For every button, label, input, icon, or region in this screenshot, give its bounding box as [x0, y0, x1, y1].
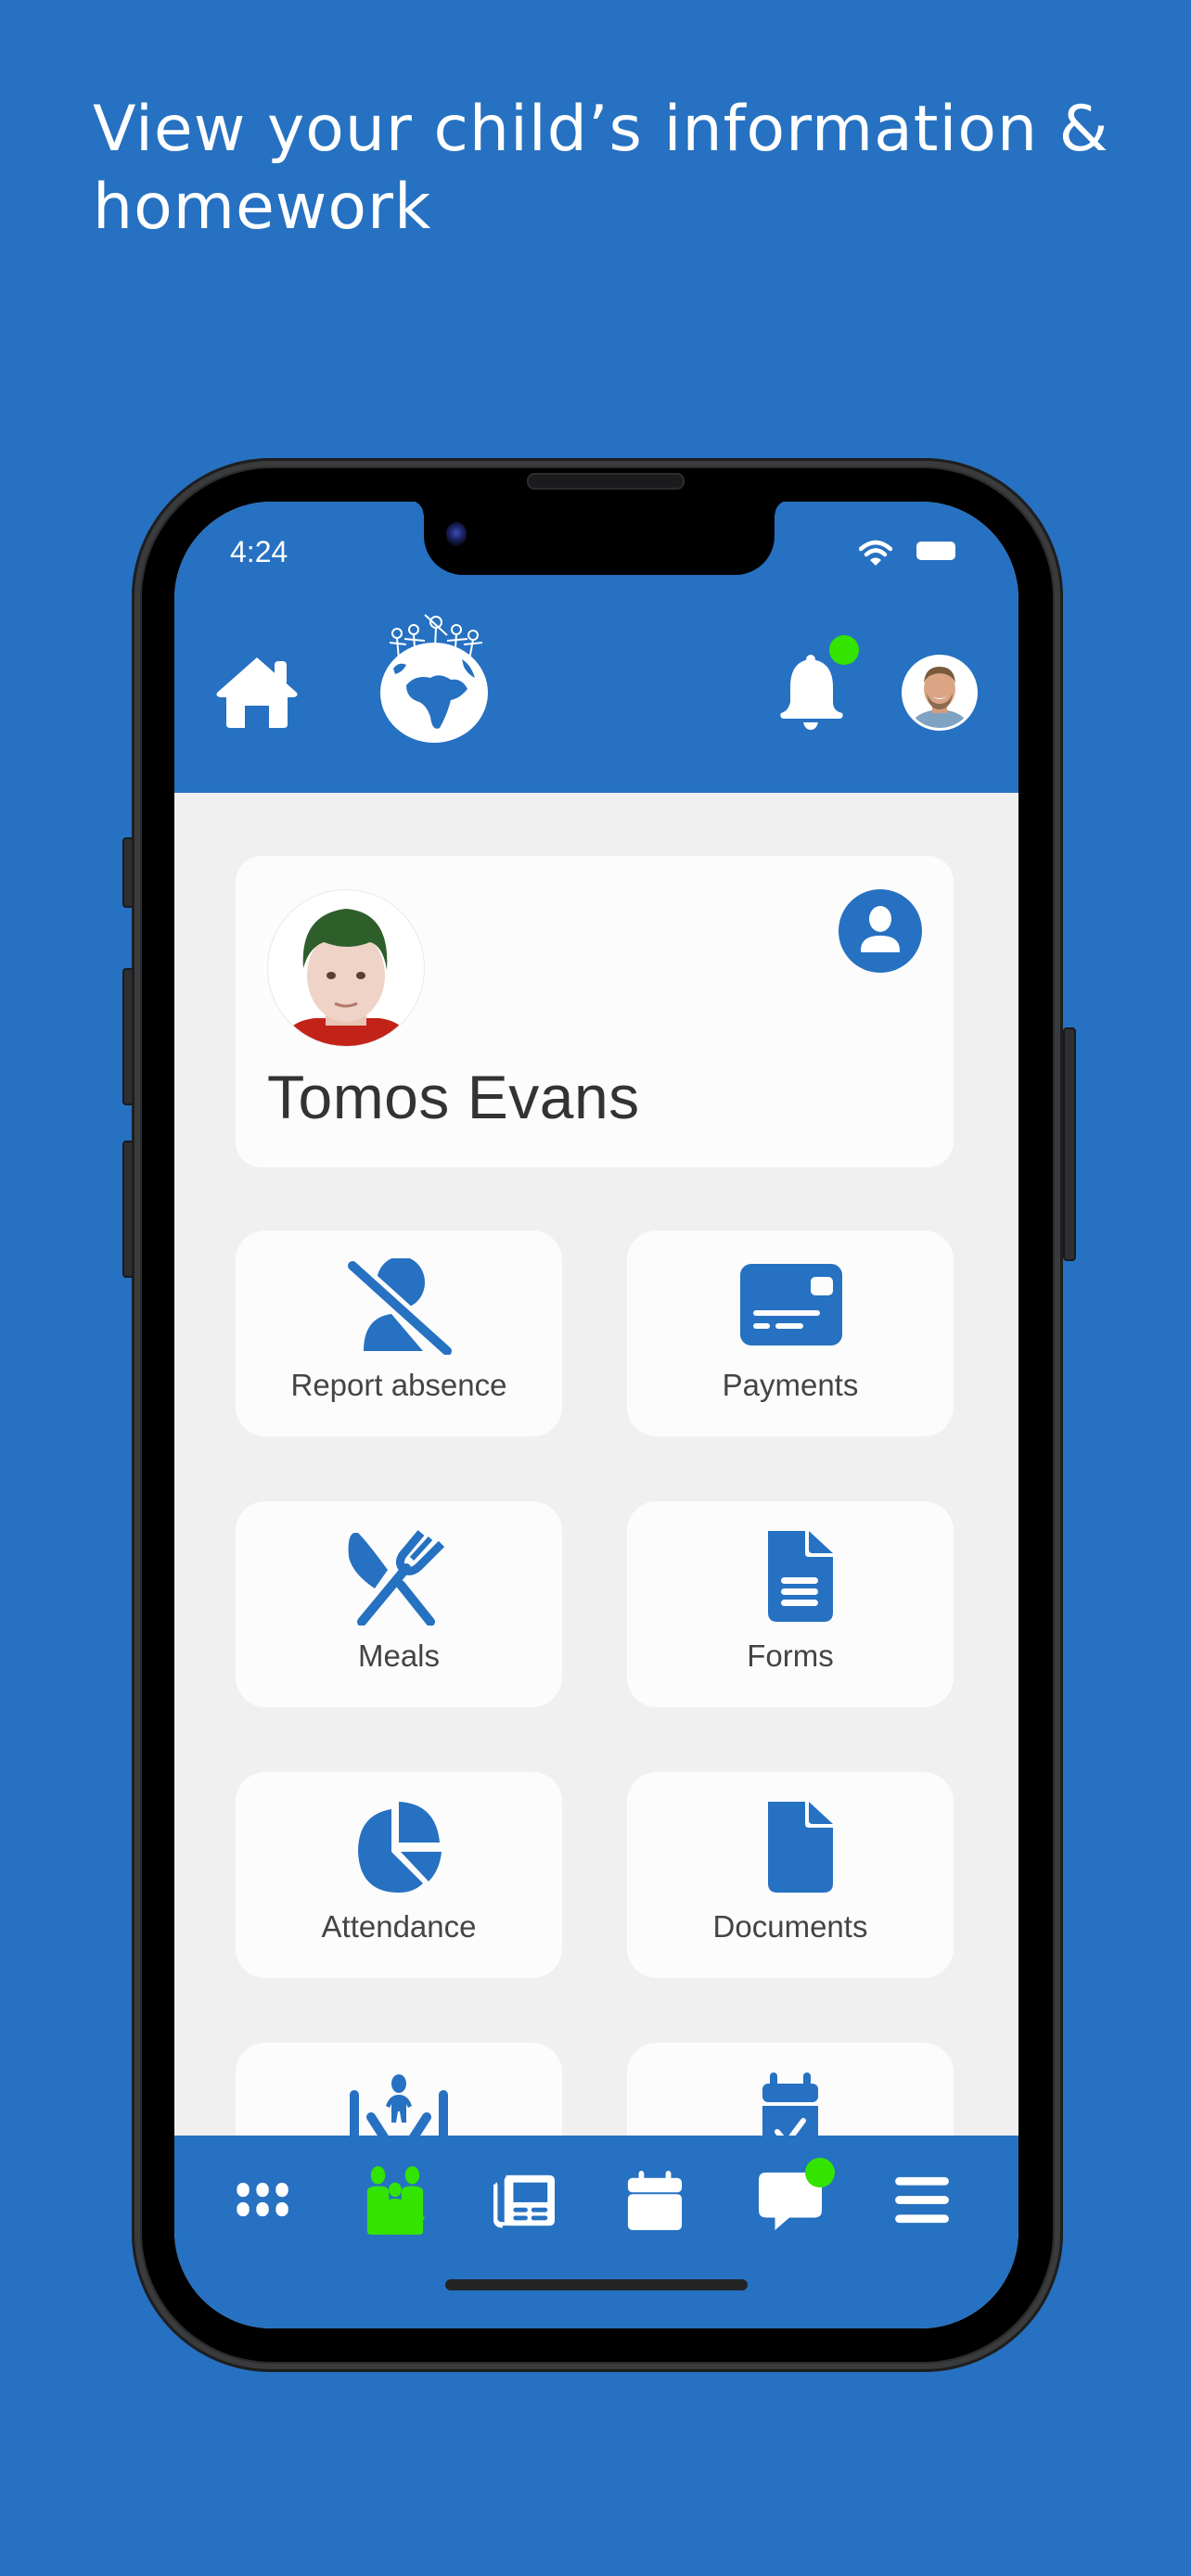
main-content: Tomos Evans Report absence Payments Meal…	[174, 793, 1018, 2249]
file-lines-icon	[768, 1531, 833, 1622]
child-card[interactable]: Tomos Evans	[236, 856, 954, 1167]
tile-forms[interactable]: Forms	[627, 1501, 954, 1707]
tile-label: Forms	[747, 1639, 834, 1673]
status-time: 4:24	[230, 535, 288, 568]
credit-card-icon	[740, 1264, 842, 1345]
nav-calendar[interactable]	[621, 2163, 688, 2238]
earpiece-speaker	[527, 473, 685, 490]
tile-label: Payments	[722, 1368, 859, 1402]
menu-icon	[895, 2176, 949, 2224]
tile-meals[interactable]: Meals	[236, 1501, 562, 1707]
child-photo	[267, 889, 425, 1047]
tile-label: Report absence	[290, 1368, 507, 1402]
nav-family[interactable]	[360, 2163, 430, 2238]
front-camera	[446, 522, 467, 546]
nav-news[interactable]	[492, 2163, 558, 2238]
tile-label: Documents	[712, 1909, 868, 1944]
home-icon[interactable]	[215, 654, 299, 728]
child-profile-button[interactable]	[839, 889, 922, 973]
tile-attendance[interactable]: Attendance	[236, 1772, 562, 1978]
battery-icon	[916, 542, 955, 560]
bell-icon[interactable]	[779, 654, 846, 730]
tile-documents[interactable]: Documents	[627, 1772, 954, 1978]
tile-label: Meals	[357, 1639, 441, 1673]
calendar-icon	[627, 2171, 683, 2230]
power-button	[1063, 1027, 1076, 1261]
family-icon	[366, 2166, 426, 2235]
messages-badge	[805, 2158, 835, 2187]
notification-badge	[829, 635, 859, 665]
promo-headline: View your child’s information & homework	[93, 93, 1109, 244]
newspaper-icon	[493, 2174, 555, 2228]
file-icon	[768, 1802, 833, 1893]
utensils-icon	[348, 1530, 445, 1626]
nav-apps[interactable]	[230, 2163, 297, 2238]
phone-frame: 4:24 Tomos Evans Report absence Payments…	[132, 458, 1063, 2372]
parent-avatar[interactable]	[902, 655, 978, 731]
tile-report-absence[interactable]: Report absence	[236, 1231, 562, 1436]
tile-payments[interactable]: Payments	[627, 1231, 954, 1436]
bottom-nav	[174, 2136, 1018, 2328]
user-slash-icon	[346, 1258, 454, 1355]
phone-notch	[409, 502, 789, 575]
nav-menu[interactable]	[889, 2163, 955, 2238]
globe-children-logo	[380, 614, 488, 743]
app-screen: 4:24 Tomos Evans Report absence Payments…	[174, 502, 1018, 2328]
wifi-icon	[859, 540, 892, 566]
child-name: Tomos Evans	[267, 1063, 640, 1131]
home-indicator[interactable]	[445, 2279, 748, 2290]
tile-label: Attendance	[321, 1909, 477, 1944]
grid-icon	[237, 2182, 288, 2217]
parent-photo	[904, 657, 975, 728]
user-icon	[861, 906, 900, 952]
pie-chart-icon	[358, 1802, 442, 1893]
